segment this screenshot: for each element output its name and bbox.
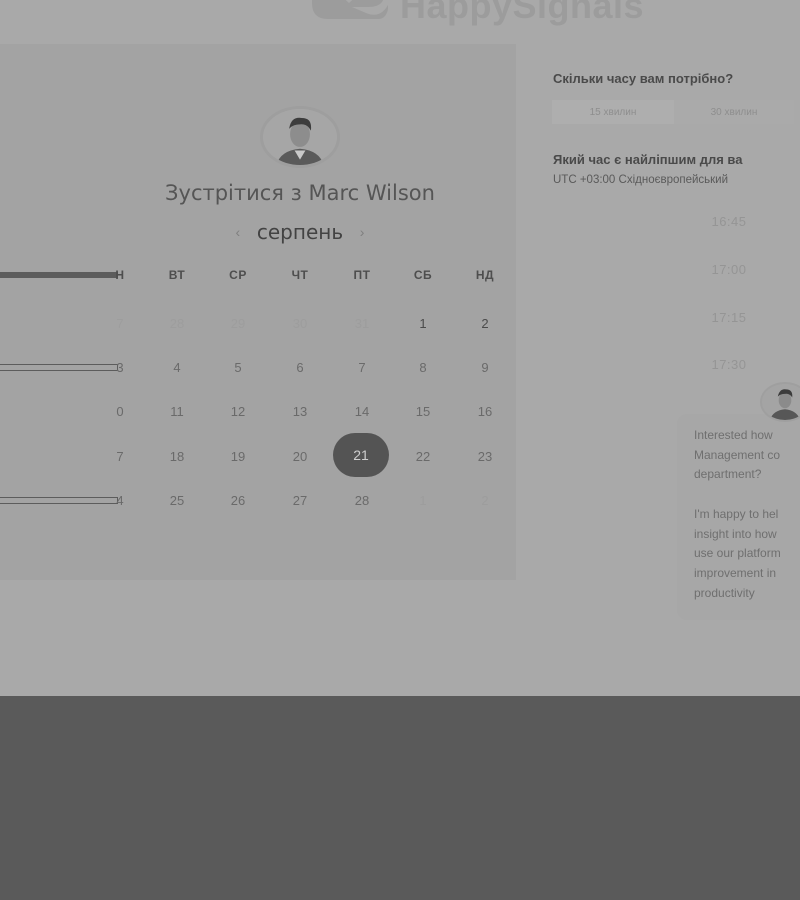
calendar-day[interactable]: 9 — [465, 360, 505, 375]
duration-30-button[interactable]: 30 хвилин — [674, 100, 794, 124]
calendar-day[interactable]: 2 — [465, 316, 505, 331]
calendar-day[interactable]: 20 — [280, 449, 320, 464]
calendar-day[interactable]: 27 — [280, 493, 320, 508]
calendar-day-selected[interactable]: 21 — [333, 433, 389, 477]
calendar-day[interactable]: 7 — [100, 449, 140, 464]
chat-text-line: Interested how — [694, 428, 773, 442]
calendar-day: 7 — [116, 316, 124, 331]
host-avatar — [260, 106, 340, 168]
time-slot[interactable]: 17:15 — [707, 310, 751, 325]
time-slot[interactable]: 16:45 — [707, 214, 751, 229]
chat-text-line: I'm happy to hel — [694, 507, 779, 521]
calendar-day[interactable]: 1 — [403, 316, 443, 331]
time-question: Який час є найліпшим для ва — [553, 152, 743, 167]
calendar-day[interactable]: 18 — [157, 449, 197, 464]
chat-text-line: department? — [694, 467, 762, 481]
calendar-day[interactable]: 23 — [465, 449, 505, 464]
calendar-day[interactable]: 28 — [342, 493, 382, 508]
calendar-day: 2 — [481, 493, 489, 508]
calendar-day[interactable]: 5 — [218, 360, 258, 375]
weekday-header: НД — [475, 268, 495, 282]
calendar-day[interactable]: 26 — [218, 493, 258, 508]
duration-question: Скільки часу вам потрібно? — [553, 71, 734, 86]
calendar-day[interactable]: 19 — [218, 449, 258, 464]
calendar-day[interactable]: 4 — [100, 493, 140, 508]
dark-backdrop — [0, 696, 800, 900]
calendar-day[interactable]: 7 — [342, 360, 382, 375]
weekday-header: СБ — [413, 268, 433, 282]
calendar-day[interactable]: 0 — [100, 404, 140, 419]
chat-text-line: improvement in — [694, 566, 777, 580]
calendar-day: 31 — [354, 316, 370, 331]
calendar-day[interactable]: 14 — [342, 404, 382, 419]
brand-logo: HappySignals — [308, 0, 644, 34]
calendar-day[interactable]: 3 — [100, 360, 140, 375]
duration-15-button[interactable]: 15 хвилин — [552, 100, 674, 124]
month-navigation: ‹ серпень › — [225, 218, 375, 246]
calendar-day[interactable]: 12 — [218, 404, 258, 419]
calendar-day: 28 — [169, 316, 185, 331]
weekday-header: ЧТ — [291, 268, 309, 282]
calendar-day: 29 — [230, 316, 246, 331]
host-name: Marc Wilson — [308, 181, 435, 205]
calendar-day[interactable]: 15 — [403, 404, 443, 419]
calendar-day[interactable]: 8 — [403, 360, 443, 375]
calendar-day[interactable]: 4 — [157, 360, 197, 375]
calendar-day: 30 — [292, 316, 308, 331]
time-slot[interactable]: 17:00 — [707, 262, 751, 277]
chat-text-line: use our platform — [694, 546, 781, 560]
chat-text-line: Management co — [694, 448, 781, 462]
chat-text-line: productivity — [694, 586, 755, 600]
calendar-day[interactable]: 16 — [465, 404, 505, 419]
brand-name: HappySignals — [400, 0, 645, 26]
month-label: серпень — [256, 220, 344, 244]
weekday-header: ВТ — [168, 268, 186, 282]
timezone-label[interactable]: UTC +03:00 Східноєвропейський — [553, 174, 728, 186]
speech-bubble-heart-icon — [308, 0, 390, 33]
calendar-day[interactable]: 11 — [157, 404, 197, 419]
scheduler-panel: Скільки часу вам потрібно? 15 хвилин 30 … — [522, 44, 800, 696]
weekday-header: Н — [115, 268, 125, 282]
meeting-title-prefix: Зустрітися з — [165, 181, 302, 205]
calendar-day[interactable]: 25 — [157, 493, 197, 508]
weekday-header: СР — [229, 268, 247, 282]
page-overlay: HappySignals Зустрітися з Marc Wilson ‹ … — [0, 0, 800, 696]
chat-text-line: insight into how — [694, 527, 777, 541]
chevron-left-icon[interactable]: ‹ — [231, 224, 245, 240]
calendar-day[interactable]: 6 — [280, 360, 320, 375]
calendar-day[interactable]: 13 — [280, 404, 320, 419]
meeting-title: Зустрітися з Marc Wilson — [0, 181, 600, 205]
chevron-right-icon[interactable]: › — [355, 224, 369, 240]
calendar-day: 1 — [419, 493, 427, 508]
calendar-day[interactable]: 22 — [403, 449, 443, 464]
time-slot[interactable]: 17:30 — [707, 357, 751, 372]
weekday-header: ПТ — [353, 268, 371, 282]
